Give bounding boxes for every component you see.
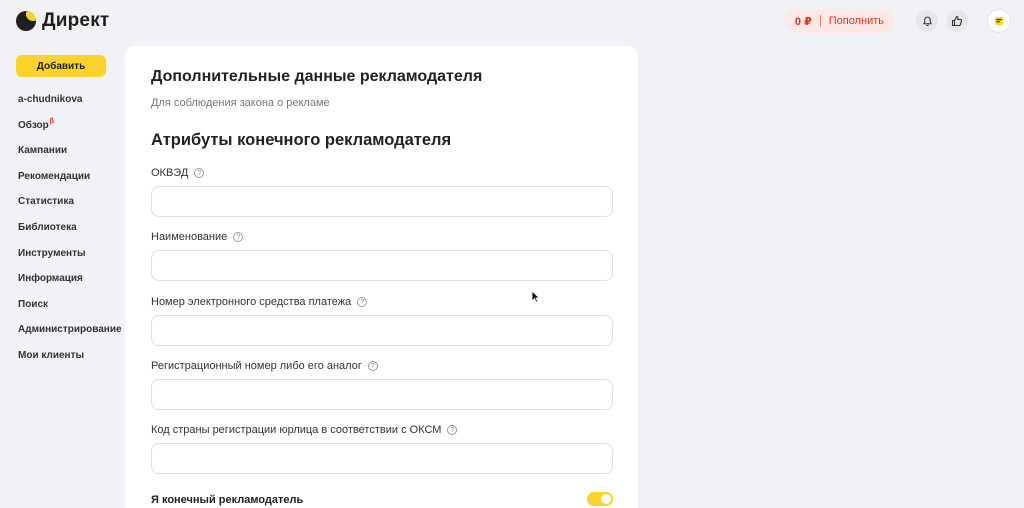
help-icon[interactable]: ?	[233, 232, 244, 242]
field-label-text: Номер электронного средства платежа	[151, 296, 352, 308]
add-button[interactable]: Добавить	[16, 55, 106, 77]
page-title: Дополнительные данные рекламодателя	[151, 68, 483, 85]
help-icon[interactable]: ?	[447, 425, 458, 435]
sidebar-item-label: Кампании	[18, 145, 68, 157]
registration-number-input[interactable]	[151, 379, 613, 410]
direct-logo-icon	[16, 11, 36, 31]
beta-badge: β	[49, 117, 55, 125]
thumbs-up-icon	[951, 15, 963, 27]
sidebar-item-label: Статистика	[18, 196, 74, 208]
sidebar-item-tools[interactable]: Инструменты	[18, 248, 122, 274]
brand-name: Директ	[42, 10, 110, 31]
balance-amount: 0 ₽	[794, 15, 812, 28]
sidebar-item-overview[interactable]: Обзор β	[18, 117, 122, 146]
sidebar-item-label: Инструменты	[18, 247, 86, 259]
advertiser-form-card: Дополнительные данные рекламодателя Для …	[125, 46, 638, 508]
section-title: Атрибуты конечного рекламодателя	[151, 131, 452, 149]
user-avatar[interactable]	[988, 10, 1010, 32]
sidebar-item-label: a-chudnikova	[18, 94, 83, 105]
payment-number-input[interactable]	[151, 315, 613, 346]
sidebar-item-my-clients[interactable]: Мои клиенты	[18, 350, 122, 376]
sidebar-item-administration[interactable]: Администрирование	[18, 324, 122, 350]
help-icon[interactable]: ?	[367, 361, 378, 371]
balance-divider	[819, 15, 821, 27]
sidebar-item-account[interactable]: a-chudnikova	[18, 94, 122, 120]
feedback-button[interactable]	[946, 10, 968, 32]
sidebar-item-label: Информация	[18, 273, 83, 285]
bell-icon	[922, 16, 932, 26]
page-subtitle: Для соблюдения закона о рекламе	[151, 97, 330, 109]
country-code-label: Код страны регистрации юрлица в соответс…	[151, 424, 458, 436]
help-icon[interactable]: ?	[194, 168, 205, 178]
balance-widget[interactable]: 0 ₽ Пополнить	[784, 9, 894, 33]
okved-label: ОКВЭД ?	[151, 167, 205, 179]
notifications-button[interactable]	[916, 10, 938, 32]
sidebar-item-campaigns[interactable]: Кампании	[18, 145, 122, 171]
topup-link[interactable]: Пополнить	[829, 15, 884, 27]
sidebar-item-label: Обзор	[18, 119, 49, 131]
sidebar-item-statistics[interactable]: Статистика	[18, 196, 122, 222]
mouse-cursor-icon	[531, 290, 540, 303]
name-input[interactable]	[151, 250, 613, 281]
brand-logo[interactable]: Директ	[16, 10, 109, 32]
toggle-knob	[601, 494, 611, 504]
sidebar-nav: a-chudnikova Обзор β Кампании Рекомендаци…	[18, 94, 122, 376]
sidebar-item-label: Библиотека	[18, 221, 77, 233]
sidebar-item-label: Поиск	[18, 298, 49, 310]
payment-number-label: Номер электронного средства платежа ?	[151, 296, 368, 308]
sidebar-item-search[interactable]: Поиск	[18, 299, 122, 325]
country-code-input[interactable]	[151, 443, 613, 474]
sidebar-item-label: Рекомендации	[18, 170, 91, 182]
end-advertiser-label: Я конечный рекламодатель	[151, 494, 304, 506]
sidebar-item-recommendations[interactable]: Рекомендации	[18, 171, 122, 197]
sidebar-item-label: Администрирование	[18, 324, 122, 336]
sidebar-item-library[interactable]: Библиотека	[18, 222, 122, 248]
field-label-text: Код страны регистрации юрлица в соответс…	[151, 424, 442, 436]
sidebar-item-label: Мои клиенты	[18, 349, 85, 361]
name-label: Наименование ?	[151, 231, 244, 243]
end-advertiser-toggle[interactable]	[587, 492, 613, 506]
okved-input[interactable]	[151, 186, 613, 217]
field-label-text: Регистрационный номер либо его аналог	[151, 360, 362, 372]
top-bar-actions: 0 ₽ Пополнить	[784, 9, 1010, 33]
help-icon[interactable]: ?	[357, 297, 368, 307]
field-label-text: Наименование	[151, 231, 228, 243]
field-label-text: ОКВЭД	[151, 167, 189, 179]
registration-number-label: Регистрационный номер либо его аналог ?	[151, 360, 378, 372]
sidebar-item-information[interactable]: Информация	[18, 273, 122, 299]
avatar-icon	[995, 17, 1003, 25]
